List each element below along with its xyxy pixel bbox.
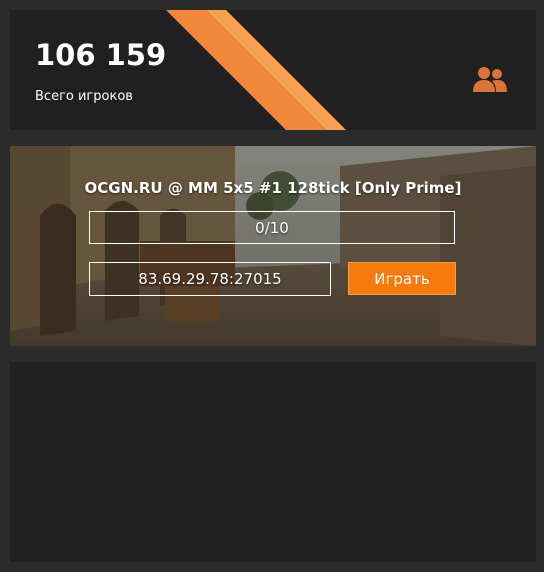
player-count: 106 159 bbox=[35, 38, 167, 72]
stats-card: 106 159 Всего игроков bbox=[10, 10, 536, 130]
page: 106 159 Всего игроков OCGN.RU @ MM 5x5 #… bbox=[0, 0, 544, 572]
empty-panel bbox=[10, 362, 536, 562]
player-slots: 0/10 bbox=[89, 211, 455, 244]
players-label: Всего игроков bbox=[35, 89, 133, 104]
server-card: OCGN.RU @ MM 5x5 #1 128tick [Only Prime]… bbox=[10, 146, 536, 346]
server-address[interactable]: 83.69.29.78:27015 bbox=[89, 262, 331, 296]
map-background-image bbox=[10, 146, 536, 346]
play-button[interactable]: Играть bbox=[348, 262, 456, 295]
users-icon bbox=[473, 67, 507, 92]
server-name: OCGN.RU @ MM 5x5 #1 128tick [Only Prime] bbox=[84, 179, 462, 197]
